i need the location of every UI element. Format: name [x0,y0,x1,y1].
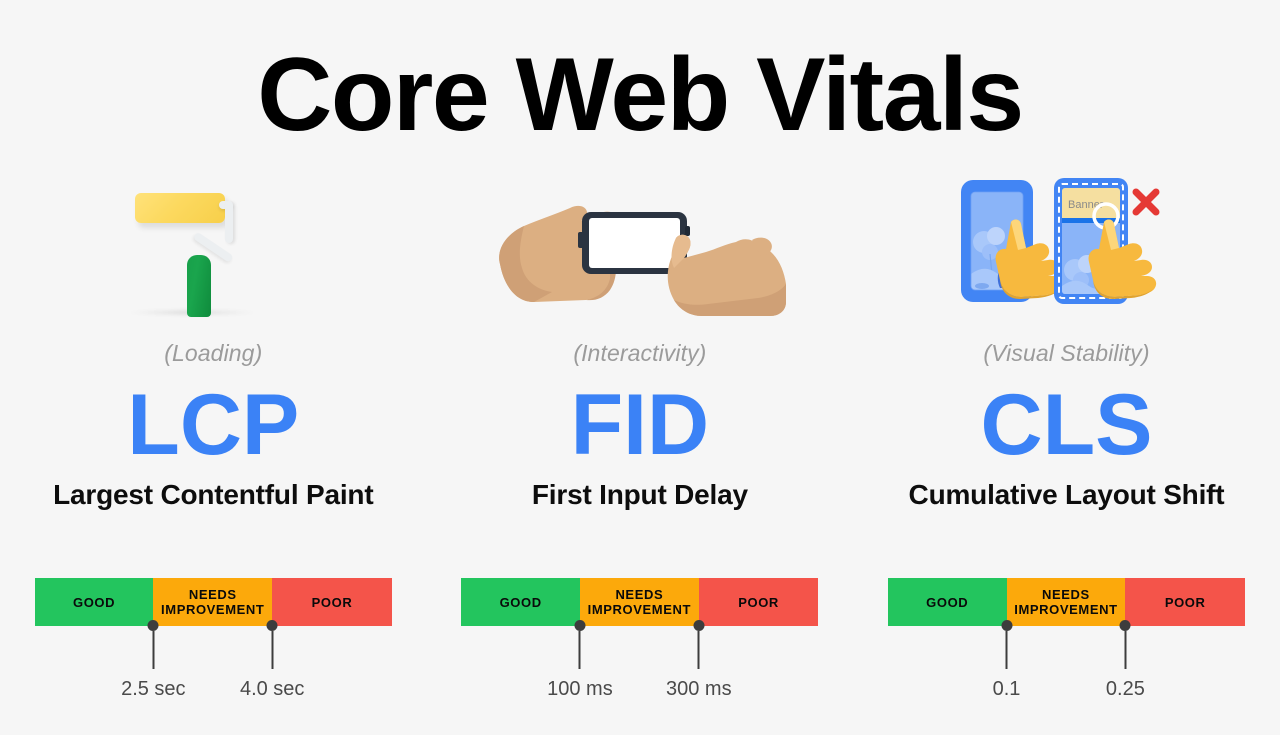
threshold-label: 100 ms [547,678,613,700]
marker-dot [1119,620,1131,631]
segment-good: GOOD [887,578,1007,626]
threshold-labels: 2.5 sec 4.0 sec [35,678,392,708]
marker-stem [578,631,581,669]
cls-icon-svg: Banner [961,178,1160,304]
threshold-bar: GOOD NEEDS IMPROVEMENT POOR [461,578,819,626]
segment-poor: POOR [272,578,392,626]
marker-dot [574,620,586,631]
threshold-marker [574,620,586,669]
metric-column-fid: (Interactivity) FID First Input Delay [427,170,854,511]
metric-acronym: CLS [980,377,1153,473]
marker-stem [152,631,155,669]
threshold-label: 300 ms [665,678,732,700]
threshold-marker [1001,620,1012,669]
threshold-label: 0.25 [1105,678,1145,700]
hands-holding-phone-tap-icon [490,190,790,320]
scale-lcp: GOOD NEEDS IMPROVEMENT POOR 2.5 sec 4.0 … [0,578,427,708]
marker-stem [1124,631,1127,669]
segment-good: GOOD [34,578,154,626]
segment-poor: POOR [698,578,819,626]
threshold-marker [147,620,159,669]
marker-dot [266,620,278,631]
marker-stem [271,631,274,669]
threshold-label: 4.0 sec [239,678,305,700]
roller-grip [187,255,212,317]
paint-roller-icon [113,175,313,320]
segment-label-line2: IMPROVEMENT [1014,602,1118,617]
fid-icon-svg [499,205,786,316]
metric-full-name: First Input Delay [531,479,748,510]
scale-cls: GOOD NEEDS IMPROVEMENT POOR 0.1 0.25 [853,578,1280,708]
roller-rod-vertical [225,201,234,243]
threshold-marker [266,620,278,669]
threshold-label: 2.5 sec [121,678,186,700]
segment-label-line1: NEEDS [188,587,237,602]
metric-aspect-label: (Loading) [164,340,263,366]
marker-dot [1001,620,1012,631]
metric-full-name: Cumulative Layout Shift [908,479,1225,510]
threshold-markers [35,620,392,678]
metric-column-lcp: (Loading) LCP Largest Contentful Paint [0,170,427,511]
threshold-scales: GOOD NEEDS IMPROVEMENT POOR 2.5 sec 4.0 … [0,578,1280,708]
page-title: Core Web Vitals [257,37,1024,153]
marker-stem [697,631,700,669]
segment-label-line2: IMPROVEMENT [587,602,692,617]
threshold-bar: GOOD NEEDS IMPROVEMENT POOR [34,578,392,626]
threshold-label: 0.1 [992,678,1021,700]
metric-aspect-label: (Visual Stability) [983,340,1150,366]
segment-needs-improvement: NEEDS IMPROVEMENT [153,578,273,626]
metric-aspect-label: (Interactivity) [573,340,707,366]
right-hand-tapping [667,234,786,316]
scale-fid: GOOD NEEDS IMPROVEMENT POOR 100 ms 300 m… [427,578,854,708]
fid-illustration [480,170,800,320]
segment-good: GOOD [461,578,580,626]
metric-acronym: LCP [127,377,300,473]
error-x-icon [1132,188,1160,216]
cls-illustration: Banner [906,170,1226,320]
lcp-illustration [53,170,373,320]
segment-label-line1: NEEDS [1042,587,1090,602]
threshold-labels: 0.1 0.25 [888,678,1245,708]
segment-needs-improvement: NEEDS IMPROVEMENT [579,578,699,626]
threshold-marker [1119,620,1131,669]
threshold-markers [888,620,1245,678]
metric-columns: (Loading) LCP Largest Contentful Paint (… [0,170,1280,511]
threshold-bar: GOOD NEEDS IMPROVEMENT POOR [887,578,1245,626]
metric-column-cls: Banner (Visual Stability) CLS Cumulative… [853,170,1280,511]
marker-dot [147,620,159,631]
marker-dot [693,620,705,631]
metric-acronym: FID [570,377,710,473]
segment-poor: POOR [1125,578,1245,626]
segment-needs-improvement: NEEDS IMPROVEMENT [1006,578,1126,626]
threshold-marker [693,620,705,669]
threshold-labels: 100 ms 300 ms [461,678,818,708]
marker-stem [1005,631,1008,669]
core-web-vitals-infographic: Core Web Vitals (Loading) LCP Largest Co… [0,0,1280,735]
roller-head [135,193,226,223]
threshold-markers [461,620,818,678]
segment-label-line1: NEEDS [615,587,664,602]
metric-full-name: Largest Contentful Paint [53,479,374,510]
segment-label-line2: IMPROVEMENT [161,602,265,617]
phone-layout-shift-banner-icon: Banner [956,170,1176,320]
